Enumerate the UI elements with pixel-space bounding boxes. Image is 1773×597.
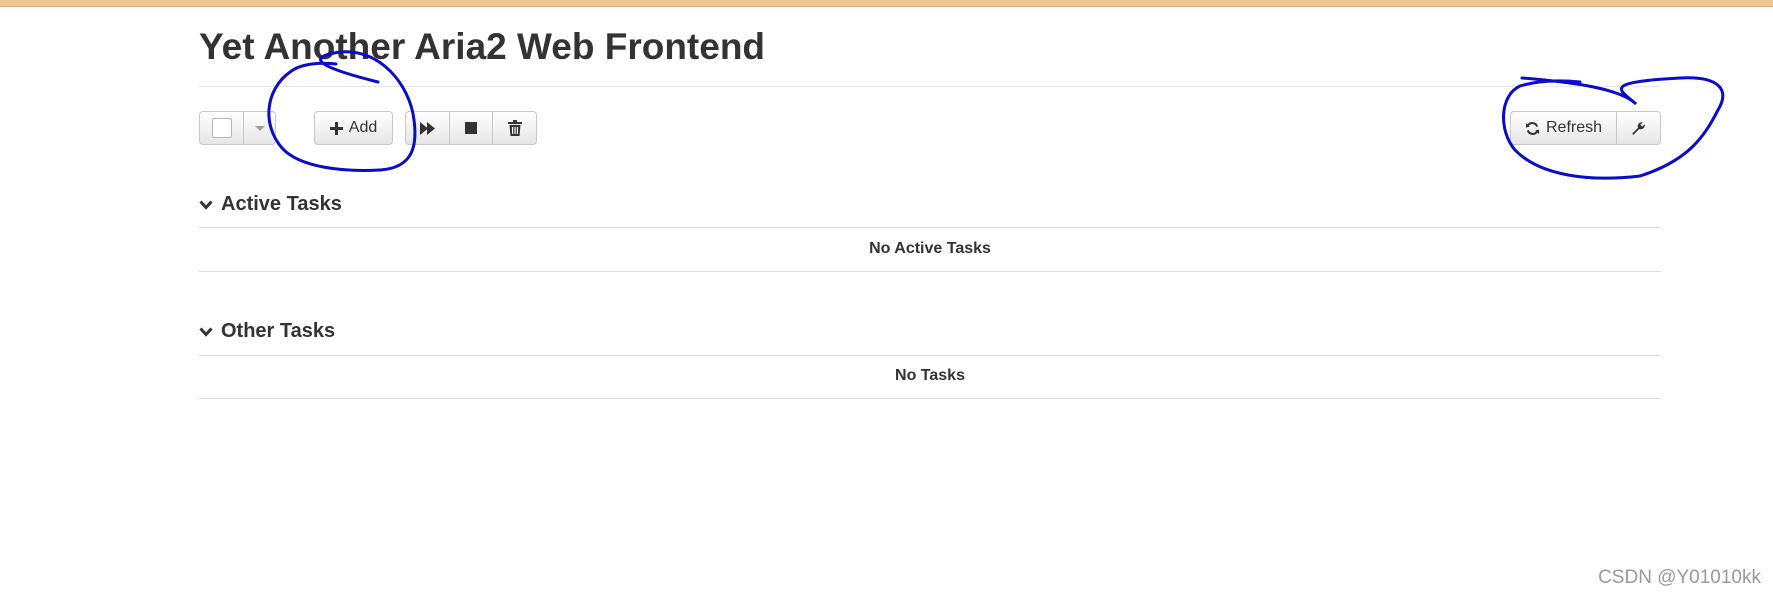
plus-icon <box>329 121 343 135</box>
select-dropdown-button[interactable] <box>243 111 276 145</box>
resume-task-button[interactable] <box>405 111 450 145</box>
no-tasks-message: No Tasks <box>895 367 965 384</box>
page-title: Yet Another Aria2 Web Frontend <box>199 26 766 67</box>
active-tasks-divider-top <box>199 227 1661 228</box>
stop-icon <box>465 122 477 134</box>
refresh-button-label: Refresh <box>1545 119 1603 136</box>
active-tasks-heading: Active Tasks <box>221 193 342 215</box>
chevron-down-icon <box>199 326 213 337</box>
settings-button[interactable] <box>1616 111 1661 145</box>
add-task-button[interactable]: Add <box>314 111 393 145</box>
stop-task-button[interactable] <box>449 111 493 145</box>
no-active-tasks-message: No Active Tasks <box>869 240 991 257</box>
wrench-icon <box>1631 121 1646 136</box>
other-tasks-divider-bottom <box>199 398 1661 399</box>
handdrawn-annotations <box>267 50 1725 180</box>
other-tasks-toggle[interactable]: Other Tasks <box>199 320 335 343</box>
select-all-checkbox-button[interactable] <box>199 111 244 145</box>
caret-down-icon <box>254 125 265 131</box>
fast-forward-icon <box>419 121 436 135</box>
trash-icon <box>507 120 522 136</box>
watermark: CSDN @Y01010kk <box>1598 567 1761 588</box>
add-button-label: Add <box>348 119 378 136</box>
remove-task-button[interactable] <box>492 111 537 145</box>
title-divider <box>199 86 1661 87</box>
other-tasks-heading: Other Tasks <box>221 320 336 342</box>
other-tasks-divider-top <box>199 355 1661 356</box>
select-all-checkbox[interactable] <box>211 118 232 138</box>
chevron-down-icon <box>199 199 213 210</box>
active-tasks-divider-bottom <box>199 271 1661 272</box>
refresh-button[interactable]: Refresh <box>1510 111 1617 145</box>
active-tasks-toggle[interactable]: Active Tasks <box>199 193 342 216</box>
refresh-icon <box>1525 121 1540 136</box>
browser-top-strip <box>0 0 1773 7</box>
